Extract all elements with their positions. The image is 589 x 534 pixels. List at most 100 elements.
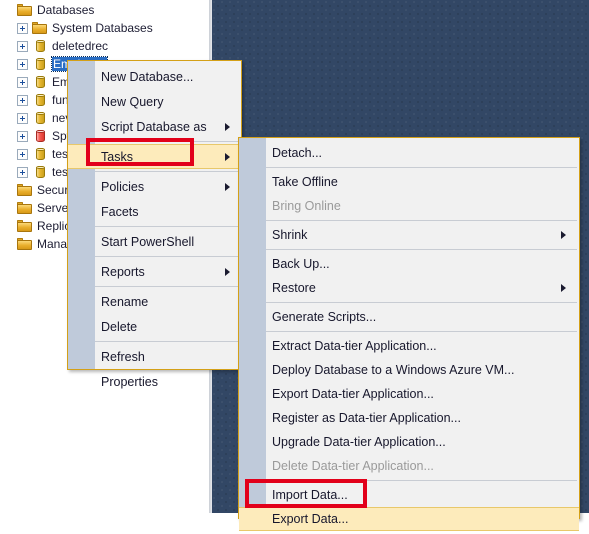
folder-icon [17,201,33,215]
menu-item-label: Export Data-tier Application... [272,387,434,401]
expand-plus-icon[interactable] [17,40,28,52]
menu-item[interactable]: Restore [239,276,579,300]
submenu-arrow-icon [561,284,566,292]
menu-item[interactable]: Delete [68,314,241,339]
menu-item[interactable]: Import Data... [239,483,579,507]
tree-node[interactable]: test [0,163,71,181]
menu-item-label: Upgrade Data-tier Application... [272,435,446,449]
folder-icon [17,3,33,17]
menu-item-label: Detach... [272,146,323,160]
tree-node-label: deletedrec [52,39,109,53]
menu-item[interactable]: Detach... [239,141,579,165]
menu-item[interactable]: Upgrade Data-tier Application... [239,430,579,454]
folder-icon [17,237,33,251]
expand-plus-icon[interactable] [17,94,28,106]
menu-item-label: Register as Data-tier Application... [272,411,461,425]
menu-separator [266,249,577,250]
database-icon [32,111,48,125]
menu-item-label: Delete Data-tier Application... [272,459,434,473]
tree-node-label: System Databases [52,21,153,35]
database-icon [32,57,48,71]
expand-plus-icon[interactable] [17,166,28,178]
expand-plus-icon[interactable] [17,58,28,70]
menu-item-label: Properties [101,374,158,389]
menu-item: Bring Online [239,194,579,218]
menu-item-label: Extract Data-tier Application... [272,339,437,353]
menu-item[interactable]: Take Offline [239,170,579,194]
tree-node-label: Databases [37,3,95,17]
menu-item-label: Back Up... [272,257,330,271]
tasks-submenu[interactable]: Detach... Take Offline Bring Online Shrink B… [238,137,580,531]
folder-icon [17,219,33,233]
submenu-arrow-icon [225,152,230,161]
database-icon [32,165,48,179]
menu-item[interactable]: Reports [68,259,241,284]
menu-item-label: Shrink [272,228,308,242]
menu-item[interactable]: Refresh [68,344,241,369]
tree-node[interactable]: deletedrec [0,37,108,55]
menu-item[interactable]: Export Data... [239,507,579,531]
folder-icon [17,183,33,197]
menu-item[interactable]: Script Database as [68,114,241,139]
menu-separator [95,286,239,287]
tree-node[interactable]: Server [0,199,72,217]
submenu-arrow-icon [225,182,230,191]
menu-item[interactable]: Properties [68,369,241,394]
menu-item[interactable]: Tasks [68,144,241,169]
submenu-arrow-icon [225,122,230,131]
menu-item[interactable]: Generate Scripts... [239,305,579,329]
tree-node[interactable]: Em [0,73,70,91]
menu-separator [266,220,577,221]
submenu-arrow-icon [561,231,566,239]
menu-item[interactable]: Back Up... [239,252,579,276]
expand-plus-icon[interactable] [17,112,28,124]
menu-item[interactable]: Start PowerShell [68,229,241,254]
tree-node[interactable]: Databases [0,1,94,19]
tree-node[interactable]: test [0,145,71,163]
menu-item-label: Rename [101,294,149,309]
tree-node[interactable]: Spt [0,127,70,145]
menu-item[interactable]: New Query [68,89,241,114]
menu-item-label: Tasks [101,149,133,164]
tree-node[interactable]: fun [0,91,69,109]
menu-item[interactable]: Rename [68,289,241,314]
expand-plus-icon[interactable] [17,76,28,88]
menu-item-label: Reports [101,264,145,279]
menu-item[interactable]: Export Data-tier Application... [239,382,579,406]
tree-node[interactable]: Replica [0,217,77,235]
expand-plus-icon[interactable] [17,130,28,142]
menu-separator [95,341,239,342]
menu-separator [266,480,577,481]
folder-icon [32,21,48,35]
tree-node[interactable]: nev [0,109,71,127]
menu-item[interactable]: New Database... [68,64,241,89]
menu-item-label: Refresh [101,349,145,364]
menu-separator [266,167,577,168]
expand-plus-icon[interactable] [17,22,28,34]
menu-item-label: Delete [101,319,138,334]
database-icon [32,39,48,53]
menu-item[interactable]: Deploy Database to a Windows Azure VM... [239,358,579,382]
menu-separator [266,331,577,332]
tree-node[interactable]: Manag [0,235,74,253]
menu-item-label: Take Offline [272,175,338,189]
expand-plus-icon[interactable] [17,148,28,160]
tree-node[interactable]: System Databases [0,19,153,37]
menu-item[interactable]: Shrink [239,223,579,247]
menu-separator [266,302,577,303]
database-icon-red [32,129,48,143]
menu-separator [95,141,239,142]
database-icon [32,75,48,89]
database-icon [32,93,48,107]
menu-item[interactable]: Facets [68,199,241,224]
menu-item[interactable]: Register as Data-tier Application... [239,406,579,430]
menu-item[interactable]: Extract Data-tier Application... [239,334,579,358]
menu-item: Delete Data-tier Application... [239,454,579,478]
menu-item-label: Facets [101,204,139,219]
menu-item[interactable]: Policies [68,174,241,199]
menu-item-label: Deploy Database to a Windows Azure VM... [272,363,515,377]
menu-item-label: Start PowerShell [101,234,195,249]
menu-separator [95,226,239,227]
submenu-arrow-icon [225,267,230,276]
database-context-menu[interactable]: New Database... New Query Script Database … [67,60,242,389]
